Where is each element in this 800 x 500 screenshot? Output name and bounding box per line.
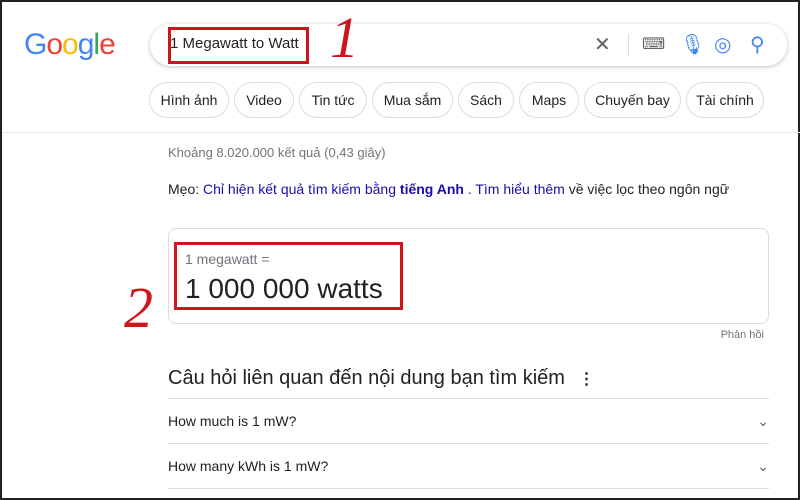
google-logo[interactable]: Google — [24, 28, 116, 62]
chip-images[interactable]: Hình ảnh — [149, 82, 229, 118]
chevron-down-icon: ⌄ — [757, 457, 769, 474]
title-text: Câu hỏi liên quan đến nội dung bạn tìm k… — [168, 367, 565, 389]
header-divider — [2, 132, 800, 133]
tip-prefix: Mẹo: — [168, 181, 200, 197]
related-questions-title: Câu hỏi liên quan đến nội dung bạn tìm k… — [168, 367, 595, 390]
more-options-icon[interactable]: ⋮ — [579, 371, 595, 388]
annotation-box-1 — [168, 27, 309, 64]
chip-news[interactable]: Tin tức — [299, 82, 367, 118]
language-tip: Mẹo: Chỉ hiện kết quả tìm kiếm bằng tiến… — [168, 181, 729, 197]
separator: . — [467, 181, 472, 197]
chip-shopping[interactable]: Mua sắm — [372, 82, 453, 118]
annotation-1: 1 — [330, 5, 359, 70]
tip-suffix: về việc lọc theo ngôn ngữ — [568, 181, 730, 197]
keyboard-icon[interactable]: ⌨ — [642, 34, 665, 56]
chip-maps[interactable]: Maps — [519, 82, 579, 118]
learn-more-link[interactable]: Tìm hiểu thêm — [475, 181, 564, 197]
feedback-link[interactable]: Phản hồi — [721, 329, 764, 341]
annotation-box-2 — [174, 242, 403, 310]
chip-books[interactable]: Sách — [458, 82, 514, 118]
chip-finance[interactable]: Tài chính — [686, 82, 764, 118]
chip-flights[interactable]: Chuyến bay — [584, 82, 681, 118]
annotation-2: 2 — [124, 275, 153, 340]
divider — [628, 34, 629, 56]
divider — [168, 488, 769, 489]
microphone-icon[interactable]: 🎙 — [680, 34, 705, 56]
result-stats: Khoảng 8.020.000 kết quả (0,43 giây) — [168, 145, 386, 160]
question-row[interactable]: How much is 1 mW? ⌄ — [168, 398, 769, 443]
english-only-link[interactable]: Chỉ hiện kết quả tìm kiếm bằng tiếng Anh — [203, 181, 464, 197]
question-row[interactable]: How many kWh is 1 mW? ⌄ — [168, 443, 769, 488]
question-text: How many kWh is 1 mW? — [168, 458, 329, 474]
chip-video[interactable]: Video — [234, 82, 294, 118]
question-text: How much is 1 mW? — [168, 413, 297, 429]
lens-icon[interactable]: ◎ — [714, 34, 731, 56]
search-icon[interactable]: ⚲ — [750, 34, 765, 56]
link-bold: tiếng Anh — [399, 181, 464, 197]
clear-icon[interactable]: ✕ — [594, 34, 611, 56]
chevron-down-icon: ⌄ — [757, 412, 769, 429]
link-text: Chỉ hiện kết quả tìm kiếm bằng — [203, 181, 397, 197]
